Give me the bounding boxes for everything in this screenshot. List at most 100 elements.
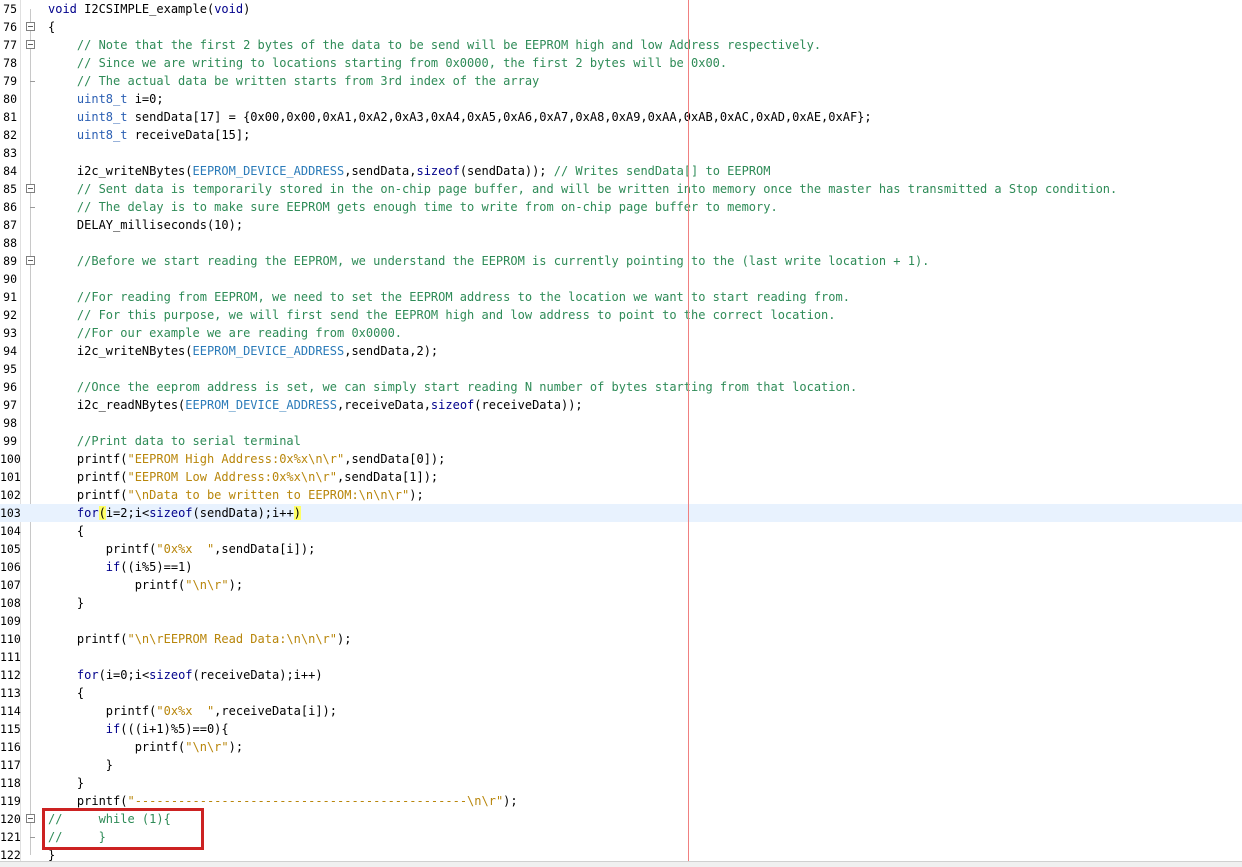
line-number: 115 xyxy=(0,722,21,736)
code-text: if(((i+1)%5)==0){ xyxy=(105,722,229,736)
code-text: printf("\n\r"); xyxy=(48,740,244,754)
code-line[interactable]: 105 printf("0x%x ",sendData[i]); xyxy=(0,540,1242,558)
code-line[interactable]: 107 printf("\n\r"); xyxy=(0,576,1242,594)
code-line[interactable]: 80 uint8_t i=0; xyxy=(0,90,1242,108)
line-number: 84 xyxy=(3,164,17,178)
fold-collapse-icon[interactable] xyxy=(26,22,35,31)
code-line[interactable]: 114 printf("0x%x ",receiveData[i]); xyxy=(0,702,1242,720)
fold-collapse-icon[interactable] xyxy=(26,40,35,49)
code-line[interactable]: 96 //Once the eeprom address is set, we … xyxy=(0,378,1242,396)
code-text: DELAY_milliseconds(10); xyxy=(48,218,244,232)
fold-collapse-icon[interactable] xyxy=(26,814,35,823)
fold-end-marker xyxy=(30,207,35,208)
code-line[interactable]: 93 //For our example we are reading from… xyxy=(0,324,1242,342)
code-line[interactable]: 106 if((i%5)==1) xyxy=(0,558,1242,576)
code-line[interactable]: 104 { xyxy=(0,522,1242,540)
code-line[interactable]: 76 { xyxy=(0,18,1242,36)
code-line[interactable]: 100 printf("EEPROM High Address:0x%x\n\r… xyxy=(0,450,1242,468)
code-text: for(i=0;i<sizeof(receiveData);i++) xyxy=(76,668,323,682)
code-line[interactable]: 90 xyxy=(0,270,1242,288)
code-text: // For this purpose, we will first send … xyxy=(76,308,836,322)
code-line[interactable]: 88 xyxy=(0,234,1242,252)
code-line[interactable]: 77 // Note that the first 2 bytes of the… xyxy=(0,36,1242,54)
line-number: 111 xyxy=(0,650,21,664)
code-text: } xyxy=(48,758,114,772)
line-number: 113 xyxy=(0,686,21,700)
line-number: 86 xyxy=(3,200,17,214)
code-line[interactable]: 98 xyxy=(0,414,1242,432)
code-text: uint8_t receiveData[15]; xyxy=(76,128,251,142)
code-line[interactable]: 92 // For this purpose, we will first se… xyxy=(0,306,1242,324)
line-number: 106 xyxy=(0,560,21,574)
line-number: 93 xyxy=(3,326,17,340)
code-line[interactable]: 84 i2c_writeNBytes(EEPROM_DEVICE_ADDRESS… xyxy=(0,162,1242,180)
code-line[interactable]: 111 xyxy=(0,648,1242,666)
code-line[interactable]: 97 i2c_readNBytes(EEPROM_DEVICE_ADDRESS,… xyxy=(0,396,1242,414)
code-line[interactable]: 87 DELAY_milliseconds(10); xyxy=(0,216,1242,234)
code-line[interactable]: 78 // Since we are writing to locations … xyxy=(0,54,1242,72)
code-text: uint8_t sendData[17] = {0x00,0x00,0xA1,0… xyxy=(76,110,872,124)
code-text: printf("\n\r"); xyxy=(48,578,244,592)
code-line[interactable]: 108 } xyxy=(0,594,1242,612)
code-line[interactable]: 83 xyxy=(0,144,1242,162)
line-number: 91 xyxy=(3,290,17,304)
line-number: 109 xyxy=(0,614,21,628)
fold-end-marker xyxy=(30,81,35,82)
code-line[interactable]: 94 i2c_writeNBytes(EEPROM_DEVICE_ADDRESS… xyxy=(0,342,1242,360)
code-line[interactable]: 85 // Sent data is temporarily stored in… xyxy=(0,180,1242,198)
code-line[interactable]: 118 } xyxy=(0,774,1242,792)
code-line[interactable]: 101 printf("EEPROM Low Address:0x%x\n\r"… xyxy=(0,468,1242,486)
line-number: 121 xyxy=(0,830,21,844)
code-line[interactable]: 103 for(i=2;i<sizeof(sendData);i++) xyxy=(0,504,1242,522)
line-number: 95 xyxy=(3,362,17,376)
code-line[interactable]: 86 // The delay is to make sure EEPROM g… xyxy=(0,198,1242,216)
code-text: //For reading from EEPROM, we need to se… xyxy=(76,290,850,304)
code-line[interactable]: 102 printf("\nData to be written to EEPR… xyxy=(0,486,1242,504)
code-editor[interactable]: 75 void I2CSIMPLE_example(void) 76 {77 // N… xyxy=(0,0,1242,867)
line-number: 78 xyxy=(3,56,17,70)
code-text: //For our example we are reading from 0x… xyxy=(76,326,403,340)
code-line[interactable]: 81 uint8_t sendData[17] = {0x00,0x00,0xA… xyxy=(0,108,1242,126)
code-line[interactable]: 115 if(((i+1)%5)==0){ xyxy=(0,720,1242,738)
code-line[interactable]: 82 uint8_t receiveData[15]; xyxy=(0,126,1242,144)
code-line[interactable]: 75 void I2CSIMPLE_example(void) xyxy=(0,0,1242,18)
code-text: //Print data to serial terminal xyxy=(76,434,301,448)
code-text: { xyxy=(48,524,85,538)
line-number: 96 xyxy=(3,380,17,394)
code-line[interactable]: 91 //For reading from EEPROM, we need to… xyxy=(0,288,1242,306)
code-line[interactable]: 116 printf("\n\r"); xyxy=(0,738,1242,756)
horizontal-scrollbar[interactable] xyxy=(0,861,1242,867)
code-text: i2c_readNBytes(EEPROM_DEVICE_ADDRESS,rec… xyxy=(48,398,583,412)
code-text: printf("\nData to be written to EEPROM:\… xyxy=(48,488,424,502)
code-line[interactable]: 110 printf("\n\rEEPROM Read Data:\n\n\r"… xyxy=(0,630,1242,648)
line-number: 117 xyxy=(0,758,21,772)
line-number: 100 xyxy=(0,452,21,466)
code-text: if((i%5)==1) xyxy=(105,560,193,574)
code-line[interactable]: 112 for(i=0;i<sizeof(receiveData);i++) xyxy=(0,666,1242,684)
code-text: printf("EEPROM Low Address:0x%x\n\r",sen… xyxy=(48,470,439,484)
fold-end-marker xyxy=(30,837,35,838)
code-text: { xyxy=(48,686,85,700)
fold-collapse-icon[interactable] xyxy=(26,184,35,193)
code-line[interactable]: 109 xyxy=(0,612,1242,630)
line-number: 110 xyxy=(0,632,21,646)
line-number: 77 xyxy=(3,38,17,52)
code-line[interactable]: 113 { xyxy=(0,684,1242,702)
code-text: } xyxy=(48,596,85,610)
line-number: 105 xyxy=(0,542,21,556)
line-number: 83 xyxy=(3,146,17,160)
line-number: 92 xyxy=(3,308,17,322)
line-number: 107 xyxy=(0,578,21,592)
code-text: printf("\n\rEEPROM Read Data:\n\n\r"); xyxy=(48,632,352,646)
code-text: //Once the eeprom address is set, we can… xyxy=(76,380,858,394)
code-text: } xyxy=(48,776,85,790)
code-text: // Note that the first 2 bytes of the da… xyxy=(76,38,822,52)
code-line[interactable]: 89 //Before we start reading the EEPROM,… xyxy=(0,252,1242,270)
code-line[interactable]: 99 //Print data to serial terminal xyxy=(0,432,1242,450)
code-line[interactable]: 95 xyxy=(0,360,1242,378)
code-line[interactable]: 79 // The actual data be written starts … xyxy=(0,72,1242,90)
line-number: 99 xyxy=(3,434,17,448)
fold-collapse-icon[interactable] xyxy=(26,256,35,265)
code-line[interactable]: 117 } xyxy=(0,756,1242,774)
line-number: 98 xyxy=(3,416,17,430)
